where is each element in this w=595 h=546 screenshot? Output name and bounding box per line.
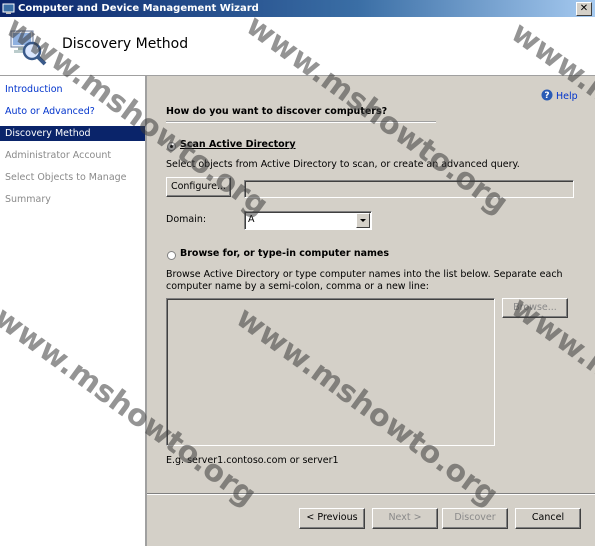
page-title: Discovery Method [62, 36, 189, 52]
footer-divider [147, 493, 595, 495]
discover-button: Discover [442, 508, 508, 529]
nav-item-introduction[interactable]: Introduction [0, 82, 145, 97]
question-heading: How do you want to discover computers? [166, 106, 388, 117]
next-button: Next > [372, 508, 438, 529]
domain-label: Domain: [166, 214, 207, 225]
discovery-wizard-icon [10, 30, 47, 66]
svg-text:?: ? [544, 91, 549, 101]
wizard-nav: Introduction Auto or Advanced? Discovery… [0, 76, 147, 546]
scan-ad-text: Scan Active Directory [180, 139, 296, 150]
example-text: E.g. server1.contoso.com or server1 [166, 455, 339, 466]
close-icon: ✕ [579, 3, 589, 14]
previous-chevron-icon: < [306, 512, 318, 523]
help-link[interactable]: ? Help [541, 89, 578, 103]
domain-select[interactable]: A [244, 211, 372, 230]
browse-description-line1: Browse Active Directory or type computer… [166, 269, 563, 280]
browse-option-label[interactable]: Browse for, or type-in computer names [180, 248, 389, 259]
scan-ad-description: Select objects from Active Directory to … [166, 159, 520, 170]
help-icon: ? [541, 89, 553, 101]
title-bar[interactable]: Computer and Device Management Wizard ✕ [0, 0, 595, 17]
nav-item-discovery-method[interactable]: Discovery Method [0, 126, 145, 141]
query-field[interactable] [244, 180, 574, 198]
close-button[interactable]: ✕ [576, 2, 592, 16]
app-icon [2, 3, 15, 14]
previous-label: Previous [317, 512, 358, 523]
domain-value: A [248, 214, 255, 225]
browse-button: Browse... [502, 298, 568, 318]
computer-names-list[interactable] [166, 298, 495, 446]
configure-button[interactable]: Configure... [166, 177, 231, 197]
previous-button[interactable]: < Previous [299, 508, 365, 529]
heading-divider [166, 121, 436, 123]
nav-item-select-objects: Select Objects to Manage [5, 172, 127, 183]
wizard-header: Discovery Method [0, 17, 595, 76]
window-title: Computer and Device Management Wizard [18, 3, 259, 14]
nav-item-summary: Summary [5, 194, 51, 205]
domain-dropdown-button[interactable] [356, 213, 370, 228]
help-label: Help [556, 91, 578, 102]
scan-ad-label[interactable]: Scan Active Directory [180, 139, 296, 150]
chevron-down-icon [360, 219, 366, 222]
nav-item-auto-or-advanced[interactable]: Auto or Advanced? [0, 104, 145, 119]
browse-radio[interactable] [167, 251, 176, 260]
wizard-content: ? Help How do you want to discover compu… [147, 76, 595, 546]
nav-item-administrator-account: Administrator Account [5, 150, 112, 161]
scan-ad-radio[interactable] [167, 142, 176, 151]
cancel-button[interactable]: Cancel [515, 508, 581, 529]
browse-description-line2: computer name by a semi-colon, comma or … [166, 281, 429, 292]
